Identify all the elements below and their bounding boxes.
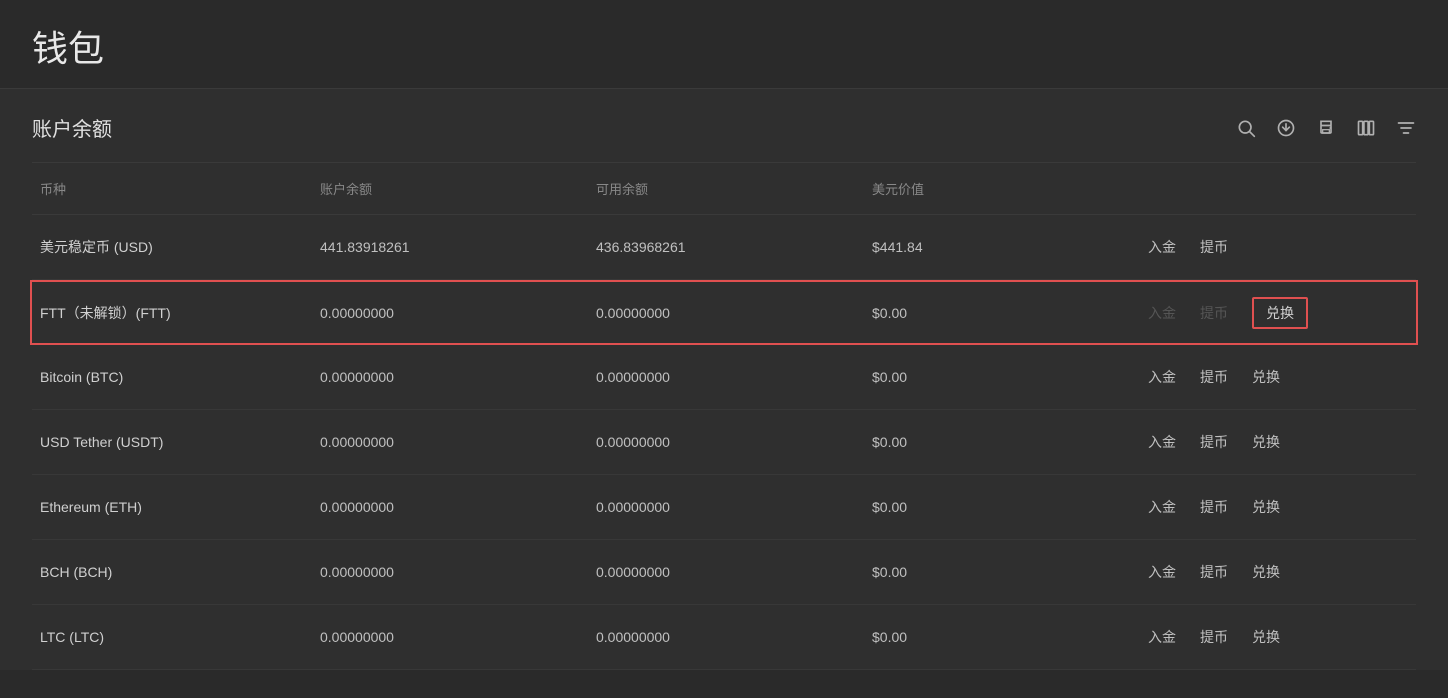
available-cell: 0.00000000 (588, 556, 864, 588)
currency-name-cell: Bitcoin (BTC) (32, 361, 312, 393)
currency-name-cell: FTT（未解锁）(FTT) (32, 295, 312, 331)
usd-value-cell: $0.00 (864, 426, 1140, 458)
section-header: 账户余额 (32, 89, 1416, 163)
deposit-button: 入金 (1148, 303, 1176, 323)
usd-value-cell: $0.00 (864, 491, 1140, 523)
available-cell: 436.83968261 (588, 231, 864, 263)
balance-cell: 0.00000000 (312, 491, 588, 523)
search-icon[interactable] (1236, 118, 1256, 138)
page-title: 钱包 (32, 20, 1416, 72)
exchange-button[interactable]: 兑换 (1252, 297, 1308, 329)
currency-name-cell: USD Tether (USDT) (32, 426, 312, 458)
exchange-button[interactable]: 兑换 (1252, 497, 1280, 517)
table-row: LTC (LTC)0.000000000.00000000$0.00入金提币兑换 (32, 605, 1416, 670)
exchange-button[interactable]: 兑换 (1252, 562, 1280, 582)
actions-cell: 入金 提币 兑换 (1140, 554, 1416, 590)
table-row: FTT（未解锁）(FTT)0.000000000.00000000$0.00入金… (30, 280, 1418, 345)
actions-cell: 入金 提币 兑换 (1140, 489, 1416, 525)
table-row: USD Tether (USDT)0.000000000.00000000$0.… (32, 410, 1416, 475)
balance-table: 币种 账户余额 可用余额 美元价值 美元稳定币 (USD)441.8391826… (32, 163, 1416, 670)
withdraw-button[interactable]: 提币 (1200, 432, 1228, 452)
usd-value-cell: $0.00 (864, 297, 1140, 329)
header-actions (1140, 175, 1416, 202)
available-cell: 0.00000000 (588, 361, 864, 393)
currency-name-cell: Ethereum (ETH) (32, 491, 312, 523)
withdraw-button: 提币 (1200, 303, 1228, 323)
table-row: Bitcoin (BTC)0.000000000.00000000$0.00入金… (32, 345, 1416, 410)
header-currency: 币种 (32, 175, 312, 202)
usd-value-cell: $0.00 (864, 556, 1140, 588)
section-title: 账户余额 (32, 113, 112, 142)
actions-cell: 入金 提币 兑换 (1140, 424, 1416, 460)
deposit-button[interactable]: 入金 (1148, 627, 1176, 647)
available-cell: 0.00000000 (588, 426, 864, 458)
balance-cell: 0.00000000 (312, 297, 588, 329)
withdraw-button[interactable]: 提币 (1200, 367, 1228, 387)
columns-icon[interactable] (1356, 118, 1376, 138)
deposit-button[interactable]: 入金 (1148, 562, 1176, 582)
deposit-button[interactable]: 入金 (1148, 432, 1176, 452)
currency-name-cell: LTC (LTC) (32, 621, 312, 653)
header-usd-value: 美元价值 (864, 175, 1140, 202)
withdraw-button[interactable]: 提币 (1200, 497, 1228, 517)
table-row: BCH (BCH)0.000000000.00000000$0.00入金提币兑换 (32, 540, 1416, 605)
actions-cell: 入金 提币 兑换 (1140, 289, 1416, 337)
available-cell: 0.00000000 (588, 491, 864, 523)
actions-cell: 入金 提币 (1140, 229, 1416, 265)
main-content: 账户余额 (0, 89, 1448, 670)
table-row: Ethereum (ETH)0.000000000.00000000$0.00入… (32, 475, 1416, 540)
withdraw-button[interactable]: 提币 (1200, 237, 1228, 257)
balance-cell: 0.00000000 (312, 426, 588, 458)
download-icon[interactable] (1276, 118, 1296, 138)
available-cell: 0.00000000 (588, 621, 864, 653)
usd-value-cell: $0.00 (864, 621, 1140, 653)
actions-cell: 入金 提币 兑换 (1140, 619, 1416, 655)
print-icon[interactable] (1316, 118, 1336, 138)
table-row: 美元稳定币 (USD)441.83918261436.83968261$441.… (32, 215, 1416, 280)
available-cell: 0.00000000 (588, 297, 864, 329)
header-available: 可用余额 (588, 175, 864, 202)
deposit-button[interactable]: 入金 (1148, 497, 1176, 517)
actions-cell: 入金 提币 兑换 (1140, 359, 1416, 395)
withdraw-button[interactable]: 提币 (1200, 627, 1228, 647)
header-balance: 账户余额 (312, 175, 588, 202)
exchange-button[interactable]: 兑换 (1252, 432, 1280, 452)
balance-cell: 0.00000000 (312, 361, 588, 393)
toolbar-icons (1236, 118, 1416, 138)
usd-value-cell: $441.84 (864, 231, 1140, 263)
table-header: 币种 账户余额 可用余额 美元价值 (32, 163, 1416, 215)
deposit-button[interactable]: 入金 (1148, 367, 1176, 387)
exchange-button[interactable]: 兑换 (1252, 367, 1280, 387)
balance-cell: 441.83918261 (312, 231, 588, 263)
balance-cell: 0.00000000 (312, 621, 588, 653)
page-header: 钱包 (0, 0, 1448, 89)
table-body: 美元稳定币 (USD)441.83918261436.83968261$441.… (32, 215, 1416, 670)
currency-name-cell: BCH (BCH) (32, 556, 312, 588)
usd-value-cell: $0.00 (864, 361, 1140, 393)
withdraw-button[interactable]: 提币 (1200, 562, 1228, 582)
exchange-button[interactable]: 兑换 (1252, 627, 1280, 647)
deposit-button[interactable]: 入金 (1148, 237, 1176, 257)
balance-cell: 0.00000000 (312, 556, 588, 588)
filter-icon[interactable] (1396, 118, 1416, 138)
currency-name-cell: 美元稳定币 (USD) (32, 229, 312, 265)
